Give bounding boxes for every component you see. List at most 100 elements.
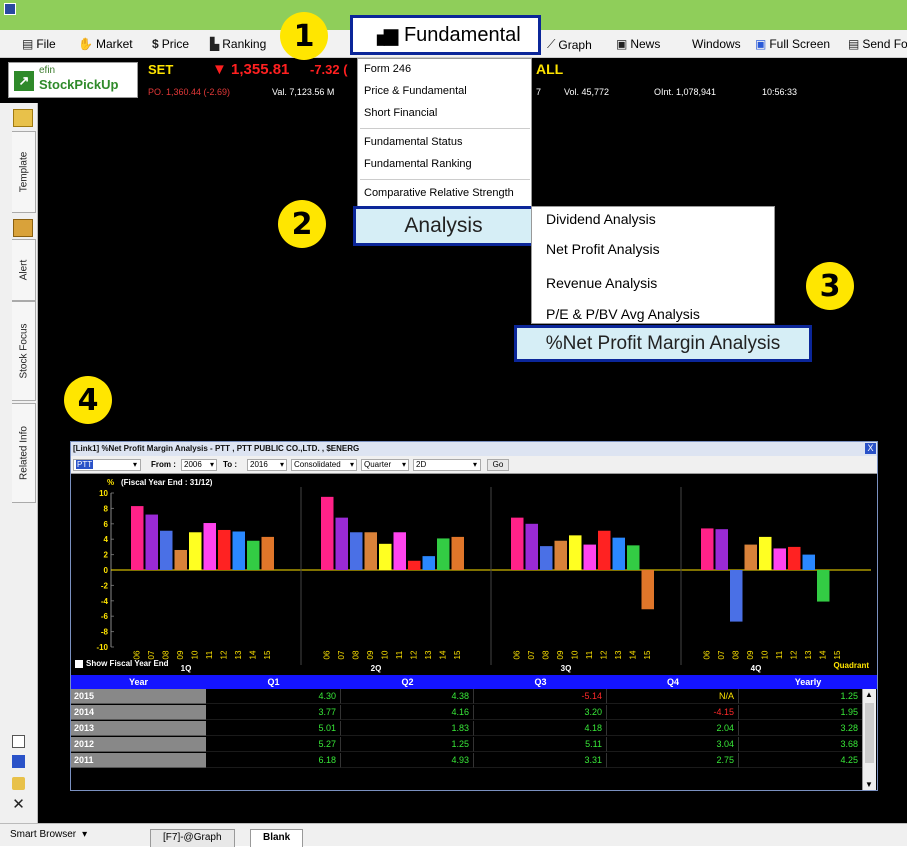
menu-full-screen[interactable]: ▣ Full Screen (755, 37, 830, 51)
consolidated-select[interactable]: Consolidated ▾ (291, 459, 357, 471)
table-cell-q4[interactable]: -4.15 (607, 705, 739, 720)
menu-windows[interactable]: Windows (692, 37, 741, 51)
x-tick-label: 12 (789, 650, 798, 659)
menu-market[interactable]: ✋ Market (78, 37, 133, 51)
table-cell-q3[interactable]: 3.20 (474, 705, 607, 720)
vertical-scrollbar[interactable]: ▲ ▼ (862, 689, 876, 790)
table-cell-q1[interactable]: 3.77 (206, 705, 341, 720)
menu-analysis[interactable]: Analysis (353, 206, 534, 246)
menu-ranking[interactable]: ▙ Ranking (210, 37, 266, 51)
x-tick-label: 06 (702, 650, 711, 659)
menu-graph[interactable]: ⟋ Graph (547, 37, 592, 52)
show-fiscal-toggle[interactable]: Show Fiscal Year End (75, 659, 169, 668)
table-cell-q2[interactable]: 1.25 (341, 737, 474, 752)
tab-related-info[interactable]: Related Info (12, 403, 36, 503)
period-select[interactable]: Quarter ▾ (361, 459, 409, 471)
table-cell-q2[interactable]: 1.83 (341, 721, 474, 736)
tab-alert[interactable]: Alert (12, 239, 36, 301)
table-cell-q2[interactable]: 4.16 (341, 705, 474, 720)
table-cell-yearly[interactable]: 1.25 (739, 689, 863, 704)
dd-fundamental-ranking[interactable]: Fundamental Ranking (364, 158, 472, 170)
smart-browser-select[interactable]: Smart Browser ▾ (10, 829, 87, 840)
go-button[interactable]: Go (487, 459, 509, 471)
tab-template[interactable]: Template (12, 131, 36, 213)
checkbox[interactable] (75, 659, 83, 668)
bar (174, 549, 187, 570)
submenu-net-profit-margin-analysis[interactable]: %Net Profit Margin Analysis (514, 325, 812, 362)
properties-icon[interactable] (12, 777, 25, 790)
menu-price-label: Price (161, 37, 190, 51)
table-cell-q3[interactable]: -5.14 (474, 689, 607, 704)
table-row-year[interactable]: 2011 (71, 753, 206, 768)
group-label: 3Q (561, 664, 572, 673)
table-cell-q4[interactable]: N/A (607, 689, 739, 704)
period-value: Quarter (364, 460, 392, 469)
col-header-q1[interactable]: Q1 (206, 675, 341, 689)
x-tick-label: 07 (527, 650, 536, 659)
table-cell-q4[interactable]: 3.04 (607, 737, 739, 752)
dd-fundamental-status[interactable]: Fundamental Status (364, 136, 462, 148)
table-cell-q3[interactable]: 4.18 (474, 721, 607, 736)
menu-price[interactable]: $ Price (152, 37, 189, 51)
from-select[interactable]: 2006 ▾ (181, 459, 217, 471)
dimension-select[interactable]: 2D ▾ (413, 459, 481, 471)
table-cell-q4[interactable]: 2.75 (607, 753, 739, 768)
scroll-up-icon[interactable]: ▲ (865, 690, 873, 699)
tab-f7-graph[interactable]: [F7]-@Graph (150, 829, 235, 847)
news-icon: ▣ (616, 37, 628, 51)
chart-window: [Link1] %Net Profit Margin Analysis - PT… (70, 441, 878, 791)
table-cell-yearly[interactable]: 3.28 (739, 721, 863, 736)
table-cell-q1[interactable]: 5.01 (206, 721, 341, 736)
all-label: ALL (536, 61, 564, 77)
window-close-button[interactable]: X (865, 443, 876, 454)
template-icon (13, 109, 33, 127)
bar (189, 532, 202, 570)
bar (612, 537, 625, 570)
table-cell-q4[interactable]: 2.04 (607, 721, 739, 736)
submenu-pe-pbv-analysis[interactable]: P/E & P/BV Avg Analysis (546, 306, 700, 322)
save-icon[interactable] (12, 755, 25, 768)
table-cell-yearly[interactable]: 1.95 (739, 705, 863, 720)
table-row-year[interactable]: 2014 (71, 705, 206, 720)
submenu-dividend-analysis[interactable]: Dividend Analysis (546, 211, 656, 227)
table-row-year[interactable]: 2015 (71, 689, 206, 704)
col-header-q3[interactable]: Q3 (474, 675, 607, 689)
table-cell-q2[interactable]: 4.38 (341, 689, 474, 704)
menu-news[interactable]: ▣ News (616, 37, 660, 51)
table-cell-q1[interactable]: 6.18 (206, 753, 341, 768)
chart-toolbar: PTT ▾ From : 2006 ▾ To : 2016 ▾ Consolidate… (71, 456, 877, 474)
dd-short-financial[interactable]: Short Financial (364, 107, 437, 119)
col-header-yearly[interactable]: Yearly (739, 675, 877, 689)
table-cell-q1[interactable]: 5.27 (206, 737, 341, 752)
table-row-year[interactable]: 2012 (71, 737, 206, 752)
table-cell-yearly[interactable]: 3.68 (739, 737, 863, 752)
col-header-year[interactable]: Year (71, 675, 206, 689)
scroll-down-icon[interactable]: ▼ (865, 780, 873, 789)
table-cell-q3[interactable]: 5.11 (474, 737, 607, 752)
table-cell-q2[interactable]: 4.93 (341, 753, 474, 768)
table-cell-yearly[interactable]: 4.25 (739, 753, 863, 768)
table-row-year[interactable]: 2013 (71, 721, 206, 736)
submenu-revenue-analysis[interactable]: Revenue Analysis (546, 275, 657, 291)
submenu-net-profit-analysis[interactable]: Net Profit Analysis (546, 241, 660, 257)
bar (817, 570, 830, 602)
scroll-thumb[interactable] (865, 703, 874, 763)
index-change: -7.32 ( (310, 62, 348, 77)
col-header-q2[interactable]: Q2 (341, 675, 474, 689)
tab-blank[interactable]: Blank (250, 829, 304, 847)
dd-form-246[interactable]: Form 246 (364, 63, 411, 75)
dd-comparative-relative-strength[interactable]: Comparative Relative Strength (364, 187, 514, 199)
menu-fundamental[interactable]: ▗▆ Fundamental (350, 15, 541, 55)
tab-stock-focus[interactable]: Stock Focus (12, 301, 36, 401)
table-cell-q1[interactable]: 4.30 (206, 689, 341, 704)
close-icon[interactable]: ✕ (12, 797, 25, 812)
new-icon[interactable] (12, 735, 25, 748)
symbol-select[interactable]: PTT ▾ (73, 459, 141, 471)
dd-price-fundamental[interactable]: Price & Fundamental (364, 85, 467, 97)
to-select[interactable]: 2016 ▾ (247, 459, 287, 471)
menu-send[interactable]: ▤ Send Fo (848, 37, 907, 51)
bar (218, 529, 231, 570)
col-header-q4[interactable]: Q4 (607, 675, 739, 689)
table-cell-q3[interactable]: 3.31 (474, 753, 607, 768)
menu-file[interactable]: ▤ File (22, 37, 56, 51)
